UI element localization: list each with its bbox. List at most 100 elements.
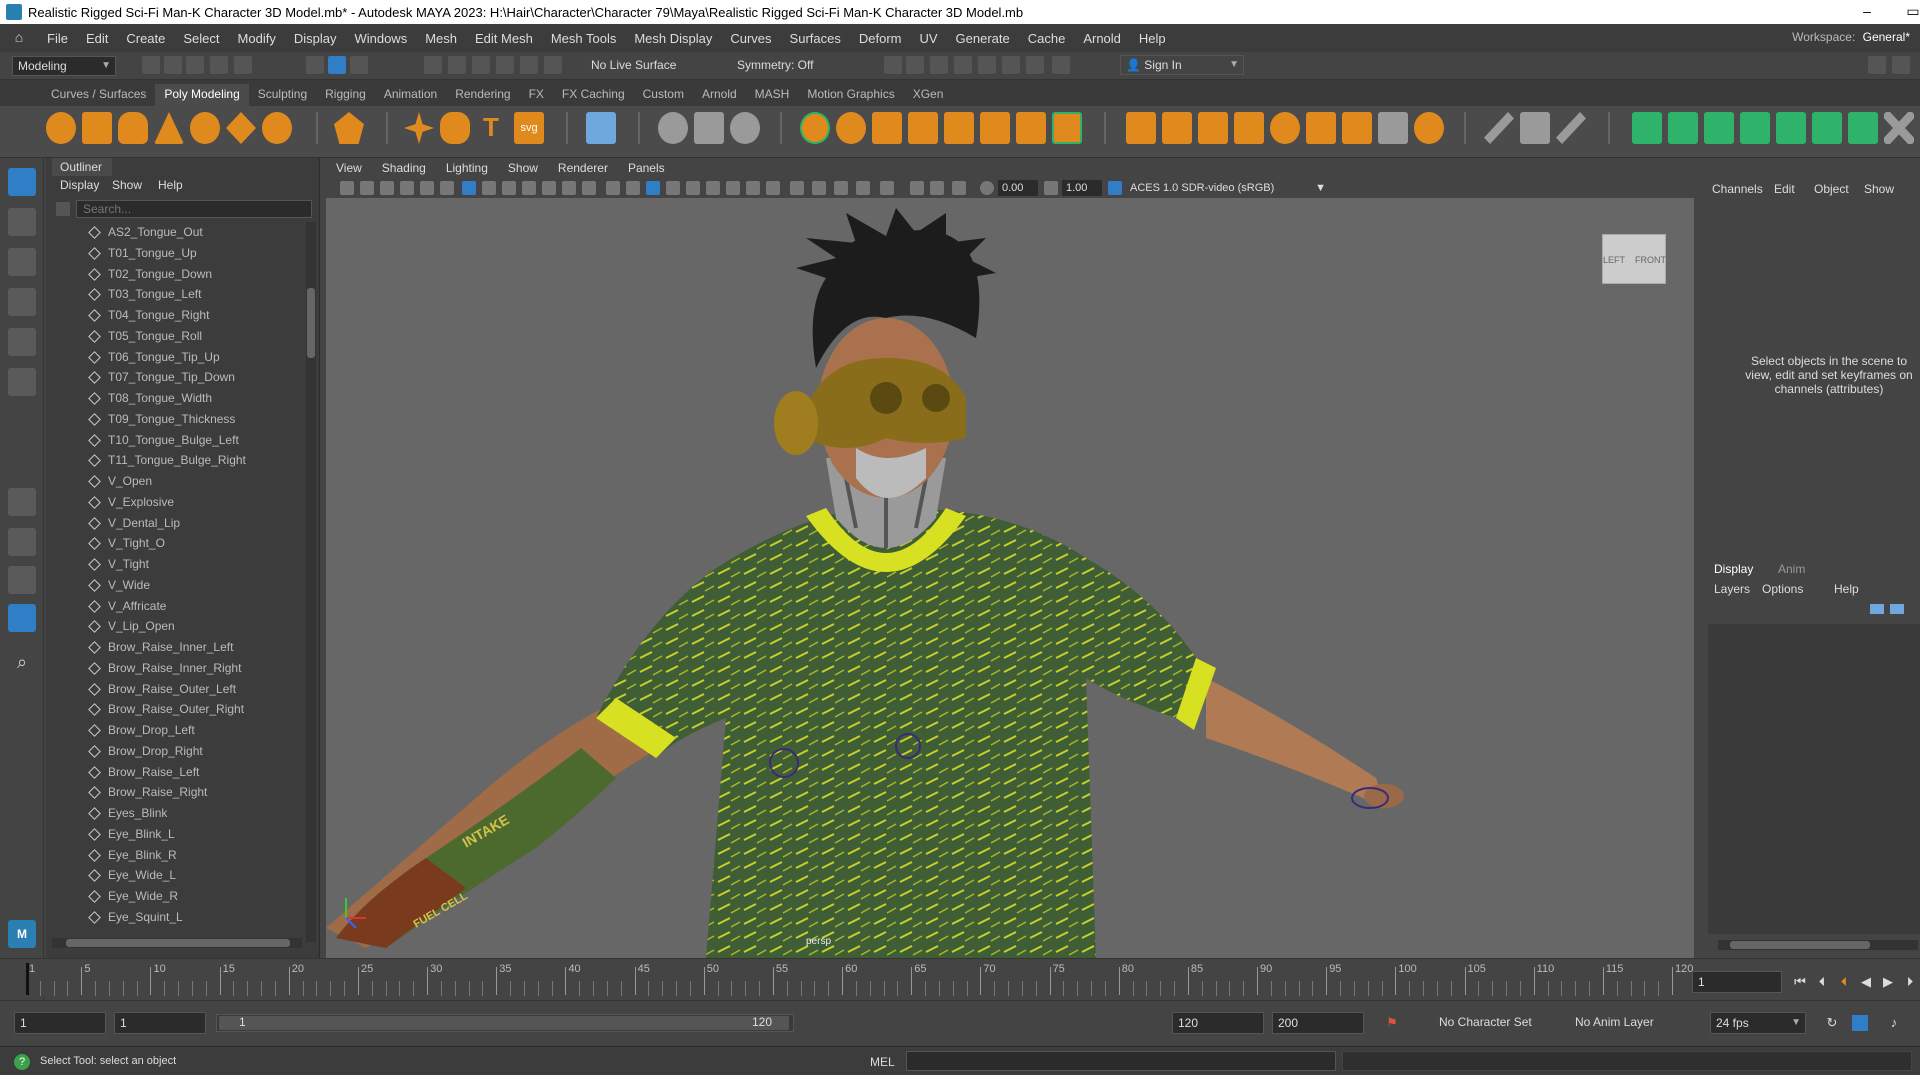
redo-icon[interactable] [234, 56, 252, 74]
extract-icon[interactable] [872, 112, 902, 144]
poke-icon[interactable] [1306, 112, 1336, 144]
outliner-item[interactable]: V_Lip_Open [46, 616, 304, 637]
outliner-item[interactable]: T05_Tongue_Roll [46, 326, 304, 347]
depth-of-field-icon[interactable] [766, 181, 780, 195]
view-cube[interactable]: LEFT FRONT [1602, 234, 1666, 284]
make-live-icon[interactable] [1776, 112, 1806, 144]
outliner-item[interactable]: V_Tight_O [46, 533, 304, 554]
outliner-item[interactable]: Eye_Wide_R [46, 886, 304, 907]
filter-icon[interactable] [56, 202, 70, 216]
select-tool-icon[interactable] [8, 168, 36, 196]
viewport-menu-show[interactable]: Show [498, 161, 548, 175]
average-vertices-icon[interactable] [1414, 112, 1444, 144]
outliner-menu-display[interactable]: Display [60, 178, 99, 192]
circularize-icon[interactable] [1378, 112, 1408, 144]
menu-mesh-display[interactable]: Mesh Display [625, 31, 721, 46]
move-tool-icon[interactable] [8, 288, 36, 316]
outliner-item[interactable]: Eye_Squint_R [46, 928, 304, 932]
resolution-gate-icon[interactable] [502, 181, 516, 195]
outliner-item[interactable]: V_Explosive [46, 492, 304, 513]
arnold-render-icon[interactable] [1026, 56, 1044, 74]
grease-pencil-icon[interactable] [440, 181, 454, 195]
colorspace-dropdown[interactable]: ACES 1.0 SDR-video (sRGB) ▼ [1126, 180, 1332, 196]
new-layer-icon[interactable] [1870, 604, 1884, 614]
xray-icon[interactable] [812, 181, 826, 195]
snap-point-icon[interactable] [472, 56, 490, 74]
menu-create[interactable]: Create [117, 31, 174, 46]
modeling-toolkit-icon[interactable] [1868, 56, 1886, 74]
smooth-shade-icon[interactable] [626, 181, 640, 195]
frame-selected-icon[interactable] [930, 181, 944, 195]
workspace-selector[interactable]: Workspace: General* [1792, 30, 1910, 44]
scale-tool-icon[interactable] [8, 368, 36, 396]
menu-file[interactable]: File [38, 31, 77, 46]
fps-dropdown[interactable]: 24 fps ▼ [1710, 1012, 1806, 1034]
motion-blur-icon[interactable] [726, 181, 740, 195]
boolean-icon[interactable] [908, 112, 938, 144]
fit-view-icon[interactable] [952, 181, 966, 195]
menu-arnold[interactable]: Arnold [1074, 31, 1130, 46]
layer-menu-help[interactable]: Help [1834, 582, 1859, 596]
bookmarks-icon[interactable] [380, 181, 394, 195]
step-back-icon[interactable]: ⏴ [1814, 974, 1830, 990]
gamma-field[interactable]: 1.00 [1062, 180, 1102, 196]
current-frame-field[interactable]: 1 [1692, 971, 1782, 993]
shelf-tab-fx-caching[interactable]: FX Caching [553, 84, 634, 106]
scene-end-field[interactable]: 200 [1272, 1012, 1364, 1034]
outliner-item[interactable]: Eyes_Blink [46, 803, 304, 824]
shadows-icon[interactable] [686, 181, 700, 195]
undo-icon[interactable] [210, 56, 228, 74]
viewport-menu-panels[interactable]: Panels [618, 161, 675, 175]
menu-set-dropdown[interactable]: Modeling ▼ [12, 56, 116, 76]
script-language-toggle[interactable]: MEL [870, 1055, 895, 1069]
uv-editor-icon[interactable] [586, 112, 616, 144]
view-cube-front[interactable]: FRONT [1635, 255, 1666, 265]
right-hscrollbar[interactable] [1718, 940, 1918, 950]
gate-mask-icon[interactable] [522, 181, 536, 195]
channel-tab-object[interactable]: Object [1814, 182, 1849, 196]
2d-pan-icon[interactable] [420, 181, 434, 195]
hypershade-icon[interactable] [978, 56, 996, 74]
slide-edge-icon[interactable] [1632, 112, 1662, 144]
cut-uv-icon[interactable] [694, 112, 724, 144]
shelf-tab-motion-graphics[interactable]: Motion Graphics [798, 84, 903, 106]
outliner-item[interactable]: T06_Tongue_Tip_Up [46, 347, 304, 368]
layout-outliner-icon[interactable] [8, 604, 36, 632]
exposure-icon[interactable] [980, 181, 994, 195]
outliner-item[interactable]: T08_Tongue_Width [46, 388, 304, 409]
unfold-uv-icon[interactable] [730, 112, 760, 144]
outliner-item[interactable]: Brow_Raise_Left [46, 762, 304, 783]
menu-surfaces[interactable]: Surfaces [781, 31, 850, 46]
outliner-item[interactable]: Brow_Raise_Outer_Left [46, 679, 304, 700]
isolate-select-icon[interactable] [790, 181, 804, 195]
new-layer-selected-icon[interactable] [1890, 604, 1904, 614]
collapse-icon[interactable] [1812, 112, 1842, 144]
insert-edge-loop-icon[interactable] [1520, 112, 1550, 144]
outliner-item[interactable]: Eye_Wide_L [46, 865, 304, 886]
outliner-item[interactable]: T11_Tongue_Bulge_Right [46, 450, 304, 471]
anim-layer-dropdown[interactable]: No Anim Layer [1556, 1012, 1680, 1034]
live-surface-field[interactable]: No Live Surface [586, 56, 682, 76]
go-to-start-icon[interactable]: ⏮ [1792, 974, 1808, 990]
outliner-search-input[interactable] [76, 200, 312, 218]
poly-cylinder-icon[interactable] [118, 112, 148, 144]
outliner-item[interactable]: Brow_Raise_Right [46, 782, 304, 803]
outliner-item[interactable]: T09_Tongue_Thickness [46, 409, 304, 430]
outliner-menu-show[interactable]: Show [112, 178, 142, 192]
mel-command-input[interactable] [906, 1051, 1336, 1071]
menu-cache[interactable]: Cache [1019, 31, 1075, 46]
sign-in-button[interactable]: 👤 Sign In ▼ [1120, 55, 1244, 75]
anti-aliasing-icon[interactable] [746, 181, 760, 195]
pause-icon[interactable] [1052, 56, 1070, 74]
minimize-button[interactable]: – [1844, 0, 1890, 24]
outliner-item[interactable]: V_Tight [46, 554, 304, 575]
camera-uv-icon[interactable] [658, 112, 688, 144]
menu-edit[interactable]: Edit [77, 31, 117, 46]
mirror-icon[interactable] [1016, 112, 1046, 144]
ipr-render-icon[interactable] [930, 56, 948, 74]
scrollbar-thumb[interactable] [1730, 941, 1870, 949]
menu-help[interactable]: Help [1130, 31, 1175, 46]
backface-culling-icon[interactable] [856, 181, 870, 195]
shelf-tab-fx[interactable]: FX [520, 84, 553, 106]
viewport-menu-renderer[interactable]: Renderer [548, 161, 618, 175]
